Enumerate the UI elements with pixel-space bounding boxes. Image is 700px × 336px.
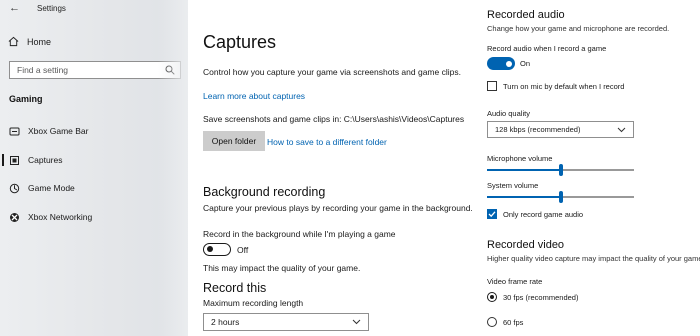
back-arrow-icon[interactable]: ← xyxy=(9,2,20,14)
sidebar-item-label: Captures xyxy=(28,155,63,165)
page-title: Captures xyxy=(203,32,277,52)
window-title: Settings xyxy=(37,4,66,13)
home-label: Home xyxy=(27,36,52,47)
recorded-audio-heading: Recorded audio xyxy=(487,9,565,21)
search-icon[interactable] xyxy=(165,65,175,75)
slider-thumb[interactable] xyxy=(558,191,563,203)
max-length-value: 2 hours xyxy=(211,317,240,327)
audio-quality-label: Audio quality xyxy=(487,109,530,118)
chevron-down-icon xyxy=(617,127,626,133)
main-content: Captures Control how you capture your ga… xyxy=(188,0,473,336)
mic-default-checkbox[interactable] xyxy=(487,81,497,91)
max-length-dropdown[interactable]: 2 hours xyxy=(203,313,369,331)
max-length-label: Maximum recording length xyxy=(203,298,304,308)
section-heading: Gaming xyxy=(9,94,43,104)
fps-60-radio[interactable] xyxy=(487,317,497,327)
recorded-video-description: Higher quality video capture may impact … xyxy=(487,254,700,263)
sidebar-item-label: Xbox Networking xyxy=(28,212,93,222)
background-recording-toggle[interactable] xyxy=(203,243,231,256)
toggle-knob xyxy=(506,60,512,67)
recorded-video-heading: Recorded video xyxy=(487,239,565,251)
chevron-down-icon xyxy=(352,319,361,325)
background-toggle-state: Off xyxy=(237,245,249,255)
sidebar: ← Settings Home Gaming Xbox Game Bar Cap… xyxy=(0,0,188,336)
page-description: Control how you capture your game via sc… xyxy=(203,67,461,77)
open-folder-button[interactable]: Open folder xyxy=(203,131,265,151)
right-column: Recorded audio Change how your game and … xyxy=(473,0,700,336)
checkmark-icon xyxy=(488,211,496,218)
xbox-game-bar-icon xyxy=(9,126,20,137)
mic-default-label: Turn on mic by default when I record xyxy=(503,82,625,91)
search-box[interactable] xyxy=(9,61,181,79)
learn-more-link[interactable]: Learn more about captures xyxy=(203,91,305,101)
impact-note: This may impact the quality of your game… xyxy=(203,263,361,273)
record-this-heading: Record this xyxy=(203,281,267,295)
record-audio-toggle[interactable] xyxy=(487,57,515,70)
mic-volume-label: Microphone volume xyxy=(487,154,553,163)
audio-quality-dropdown[interactable]: 128 kbps (recommended) xyxy=(487,121,634,138)
system-volume-slider[interactable] xyxy=(487,191,634,203)
captures-icon xyxy=(9,155,20,166)
system-volume-label: System volume xyxy=(487,181,539,190)
record-audio-toggle-state: On xyxy=(520,59,531,68)
sidebar-item-xbox-networking[interactable]: Xbox Networking xyxy=(0,208,188,226)
background-toggle-label: Record in the background while I'm playi… xyxy=(203,229,396,239)
sidebar-item-captures[interactable]: Captures xyxy=(0,151,188,169)
toggle-knob xyxy=(207,246,213,252)
home-icon xyxy=(8,36,19,47)
sidebar-item-label: Xbox Game Bar xyxy=(28,126,89,136)
sidebar-item-xbox-game-bar[interactable]: Xbox Game Bar xyxy=(0,122,188,140)
title-bar: ← Settings xyxy=(0,0,188,18)
slider-fill xyxy=(487,196,561,198)
fps-60-label: 60 fps xyxy=(503,318,524,327)
game-mode-icon xyxy=(9,183,20,194)
sidebar-item-game-mode[interactable]: Game Mode xyxy=(0,179,188,197)
sidebar-item-home[interactable]: Home xyxy=(8,36,51,47)
frame-rate-label: Video frame rate xyxy=(487,277,543,286)
slider-thumb[interactable] xyxy=(558,164,563,176)
active-indicator xyxy=(2,154,4,166)
background-recording-description: Capture your previous plays by recording… xyxy=(203,203,473,213)
mic-volume-slider[interactable] xyxy=(487,164,634,176)
how-to-save-link[interactable]: How to save to a different folder xyxy=(267,137,387,147)
search-input[interactable] xyxy=(17,65,157,75)
background-recording-heading: Background recording xyxy=(203,185,326,199)
record-audio-toggle-label: Record audio when I record a game xyxy=(487,44,607,53)
xbox-icon xyxy=(9,212,20,223)
only-game-audio-checkbox[interactable] xyxy=(487,209,497,219)
only-game-audio-label: Only record game audio xyxy=(503,210,584,219)
recorded-audio-description: Change how your game and microphone are … xyxy=(487,24,670,33)
audio-quality-value: 128 kbps (recommended) xyxy=(495,125,581,134)
fps-30-radio[interactable] xyxy=(487,292,497,302)
slider-fill xyxy=(487,169,561,171)
sidebar-item-label: Game Mode xyxy=(28,183,75,193)
save-path-text: Save screenshots and game clips in: C:\U… xyxy=(203,114,465,124)
fps-30-label: 30 fps (recommended) xyxy=(503,293,579,302)
